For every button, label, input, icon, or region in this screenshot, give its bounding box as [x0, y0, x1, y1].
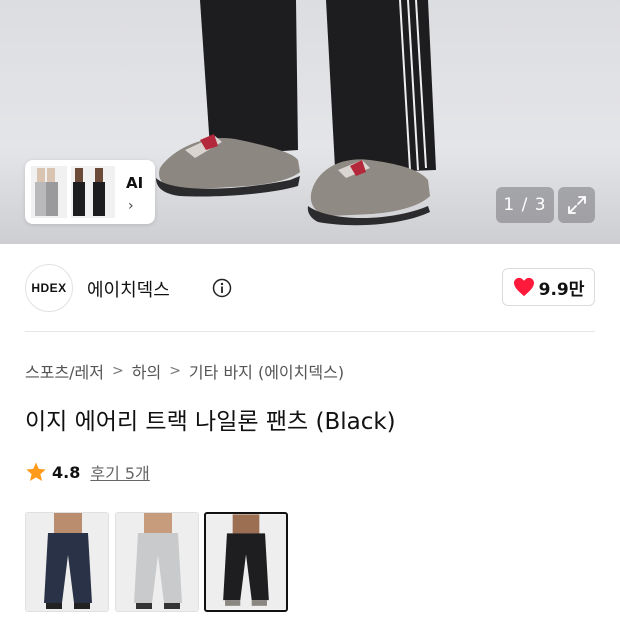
variant-image	[206, 514, 286, 610]
variant-image	[116, 513, 198, 611]
reviews-link[interactable]: 후기 5개	[90, 460, 149, 484]
info-icon[interactable]	[212, 278, 232, 298]
product-title: 이지 에어리 트랙 나일론 팬츠 (Black)	[25, 409, 396, 435]
breadcrumb-separator: >	[169, 363, 181, 379]
variant-thumb-black[interactable]	[204, 512, 288, 612]
rating-row: 4.8 후기 5개	[25, 460, 150, 484]
chevron-right-icon: ›	[128, 198, 134, 214]
breadcrumb: 스포츠/레저 > 하의 > 기타 바지 (에이치덱스)	[25, 359, 344, 383]
image-counter: 1 / 3	[496, 187, 554, 223]
like-button[interactable]: 9.9만	[502, 268, 595, 306]
like-count: 9.9만	[538, 279, 585, 300]
breadcrumb-separator: >	[112, 363, 124, 379]
product-image-gallery[interactable]: AI › 1 / 3	[0, 0, 620, 244]
ai-lookbook-card[interactable]: AI ›	[25, 160, 155, 224]
divider	[25, 331, 595, 332]
star-icon	[26, 462, 46, 481]
ai-label: AI	[126, 174, 144, 192]
lookbook-preview-image	[31, 166, 115, 218]
variant-thumb-gray[interactable]	[115, 512, 199, 612]
variant-thumb-navy[interactable]	[25, 512, 109, 612]
brand-row: HDEX 에이치덱스 9.9만	[25, 262, 595, 314]
rating-score: 4.8	[52, 462, 81, 482]
variant-image	[26, 513, 108, 611]
expand-button[interactable]	[558, 187, 595, 223]
heart-icon	[513, 277, 534, 297]
brand-name[interactable]: 에이치덱스	[87, 276, 170, 302]
expand-icon	[567, 196, 586, 214]
breadcrumb-item-subcategory[interactable]: 하의	[132, 359, 161, 383]
breadcrumb-item-category[interactable]: 스포츠/레저	[25, 359, 104, 383]
breadcrumb-item-detail[interactable]: 기타 바지 (에이치덱스)	[189, 359, 344, 383]
brand-logo[interactable]: HDEX	[25, 264, 73, 312]
